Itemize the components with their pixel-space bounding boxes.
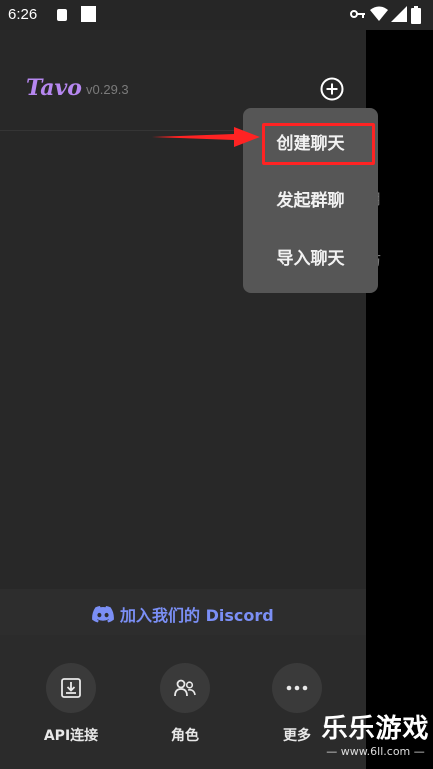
annotation-highlight-box: [262, 123, 375, 165]
nav-characters-label: 角色: [171, 728, 199, 744]
app-logo: Tavo: [26, 75, 82, 101]
nav-api-connection[interactable]: API连接: [26, 663, 116, 745]
discord-link[interactable]: 加入我们的 Discord: [92, 602, 274, 626]
nav-characters-button[interactable]: [160, 663, 210, 713]
menu-item-group-chat[interactable]: 发起群聊: [243, 179, 378, 223]
watermark: 乐乐游戏 — www.6ll.com —: [318, 713, 433, 759]
nav-api-button[interactable]: [46, 663, 96, 713]
square-notification-icon: [81, 6, 96, 22]
more-icon: [286, 685, 308, 691]
discord-banner[interactable]: 加入我们的 Discord: [0, 589, 366, 635]
status-bar: 6:26: [0, 0, 433, 30]
menu-item-import-chat[interactable]: 导入聊天: [243, 237, 378, 281]
discord-icon: [92, 605, 114, 622]
a-notification-icon: [57, 9, 67, 21]
import-icon: [61, 678, 81, 698]
nav-more-button[interactable]: [272, 663, 322, 713]
annotation-arrow-icon: [152, 127, 260, 147]
key-icon: [350, 10, 365, 18]
watermark-url: — www.6ll.com —: [326, 745, 425, 758]
app-version: v0.29.3: [86, 82, 129, 97]
nav-api-label: API连接: [43, 728, 99, 744]
plus-circle-icon[interactable]: [319, 76, 345, 102]
battery-icon: [411, 6, 421, 24]
signal-icon: [391, 6, 407, 22]
wifi-icon: [370, 6, 388, 21]
people-icon: [174, 679, 196, 697]
watermark-title: 乐乐游戏: [321, 714, 430, 744]
nav-characters[interactable]: 角色: [140, 663, 230, 745]
discord-label: 加入我们的 Discord: [120, 606, 274, 625]
bottom-nav: API连接 角色 更多: [0, 635, 366, 769]
status-time: 6:26: [8, 6, 38, 23]
